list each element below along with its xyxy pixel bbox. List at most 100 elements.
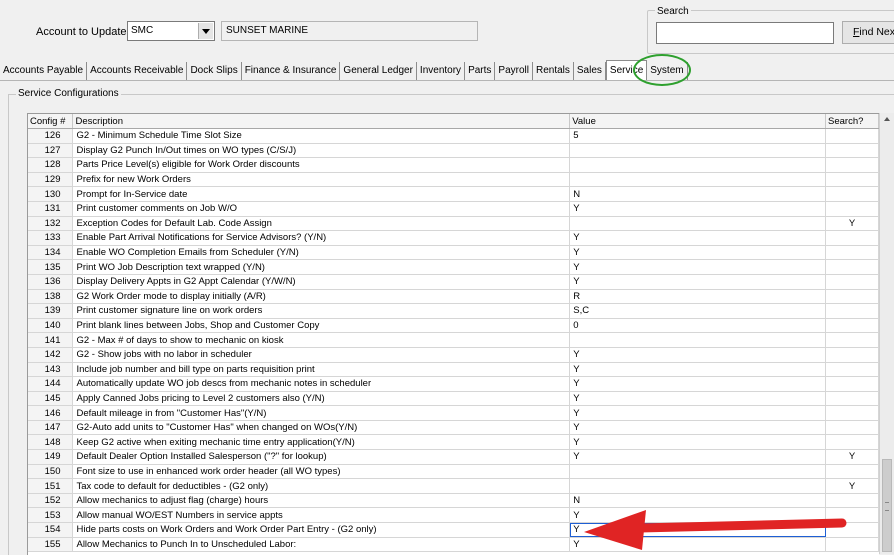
table-row[interactable]: 128 Parts Price Level(s) eligible for Wor… xyxy=(28,157,879,173)
search-group-title: Search xyxy=(655,6,691,17)
tab-rentals[interactable]: Rentals xyxy=(532,62,574,80)
tab-finance-insurance[interactable]: Finance & Insurance xyxy=(241,62,341,80)
table-row[interactable]: 152 Allow mechanics to adjust flag (charg… xyxy=(28,493,879,509)
table-row[interactable]: 134 Enable WO Completion Emails from Sche… xyxy=(28,245,879,261)
description-cell: Default mileage in from "Customer Has"(Y… xyxy=(72,405,571,421)
description-cell: Enable WO Completion Emails from Schedul… xyxy=(72,245,571,261)
account-to-update-label: Account to Update xyxy=(36,26,127,38)
tab-dock-slips[interactable]: Dock Slips xyxy=(187,62,242,80)
search-flag-cell xyxy=(825,259,879,275)
highlight-circle-annotation xyxy=(633,54,691,86)
search-flag-cell xyxy=(825,143,879,159)
config-number-cell: 136 xyxy=(28,274,74,290)
value-cell[interactable] xyxy=(569,172,826,188)
description-cell: Print customer signature line on work or… xyxy=(72,303,571,319)
table-row[interactable]: 133 Enable Part Arrival Notifications for… xyxy=(28,230,879,246)
table-row[interactable]: 146 Default mileage in from "Customer Has… xyxy=(28,405,879,421)
table-row[interactable]: 126 G2 - Minimum Schedule Time Slot Size 5 xyxy=(28,128,879,144)
table-row[interactable]: 144 Automatically update WO job descs fro… xyxy=(28,376,879,392)
tab-accounts-payable[interactable]: Accounts Payable xyxy=(0,62,88,80)
tab-payroll[interactable]: Payroll xyxy=(495,62,533,80)
col-config-number[interactable]: Config # xyxy=(28,114,74,129)
value-cell[interactable]: 5 xyxy=(569,128,826,144)
table-row[interactable]: 127 Display G2 Punch In/Out times on WO t… xyxy=(28,143,879,159)
vertical-scrollbar[interactable] xyxy=(879,113,894,554)
col-description[interactable]: Description xyxy=(72,114,571,129)
config-number-cell: 140 xyxy=(28,318,74,334)
dropdown-button[interactable] xyxy=(198,23,213,39)
table-row[interactable]: 151 Tax code to default for deductibles -… xyxy=(28,478,879,494)
col-value[interactable]: Value xyxy=(569,114,826,129)
value-cell[interactable]: 0 xyxy=(569,318,826,334)
value-cell[interactable]: Y xyxy=(569,362,826,378)
value-cell[interactable] xyxy=(569,216,826,232)
table-row[interactable]: 129 Prefix for new Work Orders xyxy=(28,172,879,188)
config-number-cell: 135 xyxy=(28,259,74,275)
config-grid[interactable]: Config # Description Value Search? 126 G2… xyxy=(27,113,879,555)
search-flag-cell xyxy=(825,186,879,202)
config-number-cell: 151 xyxy=(28,478,74,494)
table-row[interactable]: 136 Display Delivery Appts in G2 Appt Cal… xyxy=(28,274,879,290)
value-cell[interactable]: N xyxy=(569,493,826,509)
config-number-cell: 148 xyxy=(28,434,74,451)
tab-parts[interactable]: Parts xyxy=(465,62,496,80)
table-row[interactable]: 141 G2 - Max # of days to show to mechani… xyxy=(28,332,879,348)
table-row[interactable]: 143 Include job number and bill type on p… xyxy=(28,362,879,378)
value-cell[interactable]: Y xyxy=(569,434,826,451)
red-arrow-annotation xyxy=(584,510,847,550)
value-cell[interactable]: Y xyxy=(569,245,826,261)
value-cell[interactable]: Y xyxy=(569,405,826,421)
value-cell[interactable]: Y xyxy=(569,230,826,246)
search-flag-cell xyxy=(825,493,879,509)
value-cell[interactable]: Y xyxy=(569,274,826,290)
table-row[interactable]: 130 Prompt for In-Service date N xyxy=(28,186,879,202)
tab-general-ledger[interactable]: General Ledger xyxy=(340,62,417,80)
scroll-up-icon[interactable] xyxy=(884,117,890,121)
table-row[interactable]: 139 Print customer signature line on work… xyxy=(28,303,879,319)
table-row[interactable]: 149 Default Dealer Option Installed Sales… xyxy=(28,449,879,465)
value-cell[interactable]: Y xyxy=(569,259,826,275)
search-flag-cell xyxy=(825,128,879,144)
value-cell[interactable]: Y xyxy=(569,347,826,363)
value-cell[interactable]: Y xyxy=(569,391,826,407)
value-cell[interactable]: N xyxy=(569,186,826,202)
col-search[interactable]: Search? xyxy=(825,114,879,129)
tab-sales[interactable]: Sales xyxy=(573,62,606,80)
table-row[interactable]: 132 Exception Codes for Default Lab. Code… xyxy=(28,216,879,232)
description-cell: Font size to use in enhanced work order … xyxy=(72,464,571,480)
value-cell[interactable]: R xyxy=(569,289,826,305)
description-cell: G2 - Show jobs with no labor in schedule… xyxy=(72,347,571,363)
table-row[interactable]: 142 G2 - Show jobs with no labor in sched… xyxy=(28,347,879,363)
config-number-cell: 154 xyxy=(28,522,74,538)
value-cell[interactable]: Y xyxy=(569,201,826,217)
search-flag-cell xyxy=(825,201,879,217)
table-row[interactable]: 150 Font size to use in enhanced work ord… xyxy=(28,464,879,480)
tab-accounts-receivable[interactable]: Accounts Receivable xyxy=(87,62,188,80)
scroll-thumb[interactable] xyxy=(882,459,892,552)
search-input[interactable] xyxy=(656,22,834,44)
table-row[interactable]: 145 Apply Canned Jobs pricing to Level 2 … xyxy=(28,391,879,407)
value-cell[interactable] xyxy=(569,143,826,159)
value-cell[interactable]: Y xyxy=(569,449,826,465)
table-row[interactable]: 140 Print blank lines between Jobs, Shop … xyxy=(28,318,879,334)
table-row[interactable]: 147 G2-Auto add units to "Customer Has" w… xyxy=(28,420,879,436)
table-row[interactable]: 138 G2 Work Order mode to display initial… xyxy=(28,289,879,305)
value-cell[interactable]: Y xyxy=(569,376,826,392)
description-cell: Default Dealer Option Installed Salesper… xyxy=(72,449,571,465)
table-row[interactable]: 148 Keep G2 active when exiting mechanic … xyxy=(28,434,879,451)
config-number-cell: 155 xyxy=(28,537,74,553)
value-cell[interactable]: S,C xyxy=(569,303,826,319)
description-cell: Print customer comments on Job W/O xyxy=(72,201,571,217)
table-row[interactable]: 131 Print customer comments on Job W/O Y xyxy=(28,201,879,217)
value-cell[interactable]: Y xyxy=(569,420,826,436)
find-next-button[interactable]: Find Nex xyxy=(842,21,894,44)
tab-inventory[interactable]: Inventory xyxy=(416,62,466,80)
search-flag-cell xyxy=(825,405,879,421)
table-row[interactable]: 135 Print WO Job Description text wrapped… xyxy=(28,259,879,275)
find-next-label: ind Nex xyxy=(859,26,894,38)
account-code-dropdown[interactable]: SMC xyxy=(127,21,215,41)
value-cell[interactable] xyxy=(569,478,826,494)
value-cell[interactable] xyxy=(569,157,826,173)
value-cell[interactable] xyxy=(569,464,826,480)
value-cell[interactable] xyxy=(569,332,826,348)
